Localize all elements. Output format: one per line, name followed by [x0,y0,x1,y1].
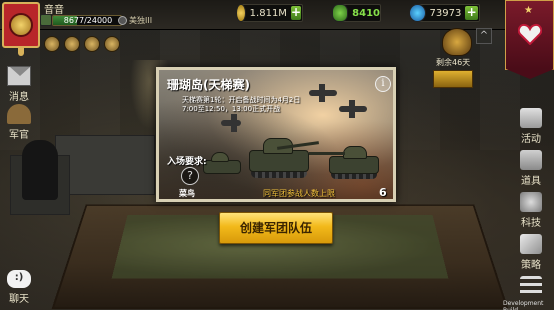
gem-value: 73973 [429,7,462,19]
alliance-name: 美独III [129,16,153,25]
requirement-rank-icon[interactable]: ? [181,167,199,185]
mail-button[interactable]: 消息 [4,66,34,103]
alliance-icon [118,16,127,25]
officer-hat-icon [7,104,31,124]
event-schedule: 天梯赛第1轮：开启备战时间为4月2日7:00至12:50，13:00正式开战 [182,96,301,113]
medal-icon[interactable] [84,36,100,52]
ladder-rank-emblem[interactable] [442,28,472,56]
officer-button[interactable]: 军官 [4,104,34,141]
tech-button[interactable]: 科技 [516,192,546,229]
plane-icon [309,84,337,102]
oil-resource: 8410 [332,4,381,22]
days-left: 剩余46天 [436,58,471,67]
info-button[interactable]: i [375,76,391,92]
alliance[interactable]: 美独III [118,15,152,26]
medal-icon[interactable] [44,36,60,52]
limit-value: 6 [379,186,387,199]
limit-label: 同军团参战人数上限 [263,189,335,198]
avatar-emblem-icon [9,13,33,37]
gold-value: 1.811M [249,7,287,19]
gem-resource: 73973 + [409,4,480,22]
oil-icon [332,4,349,22]
activity-button[interactable]: 活动 [516,108,546,145]
event-banner[interactable]: ★ [505,0,554,79]
requirement-label: 入场要求: [167,157,207,167]
create-team-button[interactable]: 创建军团队伍 [219,212,333,244]
menu-icon [520,276,542,296]
mail-icon [7,66,31,86]
requirement-rank: 菜鸟 [179,189,195,198]
background-officer-figure [22,140,58,200]
bag-icon [520,150,542,170]
background-cabinet [55,135,155,195]
mail-label: 消息 [9,92,29,103]
strategy-label: 策略 [521,260,541,271]
activity-icon [520,108,542,128]
items-button[interactable]: 道具 [516,150,546,187]
gear-icon [520,192,542,212]
officer-label: 军官 [9,130,29,141]
medal-icon[interactable] [64,36,80,52]
plane-icon [221,114,241,132]
chat-label: 聊天 [9,294,29,305]
dev-build-label: Development Build [503,300,544,310]
tank-hull [203,160,241,174]
rank-icon [40,14,52,26]
add-gold-button[interactable]: + [290,6,301,20]
items-label: 道具 [521,176,541,187]
chat-button[interactable]: :) 聊天 [4,270,34,305]
gem-icon [409,4,426,22]
gold-coin-icon [236,4,246,22]
avatar-ribbon [18,48,24,56]
chat-bubble-icon: :) [7,270,31,288]
strategy-button[interactable]: 策略 [516,234,546,271]
oil-value: 8410 [352,7,380,19]
cards-icon [520,234,542,254]
join-button[interactable] [433,70,473,88]
activity-label: 活动 [521,134,541,145]
heart-icon [518,23,542,45]
tank-barrel [309,152,345,155]
star-icon: ★ [524,5,533,16]
collapse-button[interactable]: ^ [476,28,492,44]
tank-turret [211,152,229,162]
medals-row [44,36,120,52]
more-button[interactable] [516,276,546,298]
game-screen: 音音 8677/24000 美独III 1.811M + 8410 73973 … [0,0,554,310]
dialog-title: 珊瑚岛(天梯赛) [167,78,250,92]
player-avatar[interactable] [2,2,40,48]
gold-resource: 1.811M + [236,4,303,22]
tank-turret [343,146,367,159]
ladder-event-dialog: 珊瑚岛(天梯赛) i 天梯赛第1轮：开启备战时间为4月2日7:00至12:50，… [156,67,396,202]
xp-bar: 8677/24000 [52,15,122,26]
tech-label: 科技 [521,218,541,229]
xp-text: 8677/24000 [63,16,113,25]
add-gems-button[interactable]: + [465,6,478,20]
plane-icon [339,100,367,118]
medal-icon[interactable] [104,36,120,52]
